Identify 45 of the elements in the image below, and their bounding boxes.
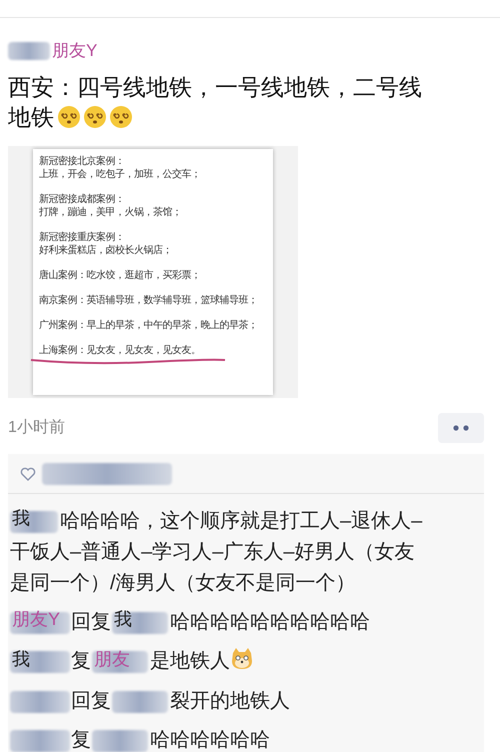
document-line: 好利来蛋糕店，卤校长火锅店； — [39, 244, 173, 257]
document-line: 上班，开会，吃包子，加班，公交车； — [39, 168, 202, 181]
comment-text: 是地铁人 — [150, 650, 230, 672]
blurred-name — [92, 651, 148, 674]
blurred-name — [112, 612, 168, 634]
author-name[interactable]: 朋友Y — [52, 40, 98, 62]
commenter-name[interactable]: 我 — [114, 607, 132, 632]
blurred-name — [10, 651, 70, 674]
reply-label: 复 — [71, 728, 91, 751]
more-button[interactable] — [438, 413, 484, 443]
comment-text: 哈哈哈哈，这个顺序就是打工人–退休人– — [60, 510, 422, 532]
blurred-name — [10, 730, 70, 752]
commenter-name[interactable]: 我 — [12, 646, 30, 671]
timestamp: 1小时前 — [8, 418, 65, 438]
post-text: 地铁 — [8, 103, 54, 132]
reply-label: 回复 — [71, 611, 111, 634]
document-line: 打牌，蹦迪，美甲，火锅，茶馆； — [39, 206, 182, 219]
comment-text: 哈哈哈哈哈哈哈哈哈哈 — [170, 611, 370, 634]
blurred-name — [8, 42, 50, 60]
reply-label: 复 — [71, 650, 91, 672]
blurred-name — [10, 612, 70, 634]
document-line: 新冠密接重庆案例： — [39, 231, 126, 244]
blurred-name — [92, 730, 148, 752]
dizzy-face-icon — [109, 105, 133, 129]
blurred-name — [10, 690, 70, 713]
document-image[interactable]: 新冠密接北京案例： 上班，开会，吃包子，加班，公交车； 新冠密接成都案例： 打牌，蹦迪，美甲，火锅，茶馆； 新冠密接重庆案例： 好利来蛋糕店，卤校长火锅店； 唐山案例：吃水饺，逛超市，买彩票； 南京案例：英语辅导班，数学辅导班，篮球辅导班； 广州案例：早上的早茶，中午的早茶，晚上的早茶； 上海案例：见女友，见女友，见女友。 — [8, 146, 298, 398]
comment-text: 哈哈哈哈哈哈 — [150, 728, 270, 751]
reply-label: 回复 — [71, 690, 111, 712]
comment-text: 干饭人–普通人–学习人–广东人–好男人（女友 — [10, 540, 416, 566]
blurred-name — [112, 690, 168, 713]
more-icon — [451, 425, 471, 431]
blurred-name — [10, 510, 58, 533]
heart-icon — [20, 466, 36, 480]
comment-text: 裂开的地铁人 — [170, 690, 290, 712]
dizzy-face-icon — [83, 105, 107, 129]
document-line: 上海案例：见女友，见女友，见女友。 — [39, 344, 202, 357]
document-line: 唐山案例：吃水饺，逛超市，买彩票； — [39, 269, 202, 282]
post-text: 西安：四号线地铁，一号线地铁，二号线 — [8, 73, 422, 102]
commenter-name[interactable]: 我 — [12, 506, 30, 530]
document-line: 南京案例：英语辅导班，数学辅导班，篮球辅导班； — [39, 294, 258, 307]
comment-text: 是同一个）/海男人（女友不是同一个） — [10, 571, 357, 596]
document-line: 新冠密接成都案例： — [39, 193, 126, 206]
document-line: 广州案例：早上的早茶，中午的早茶，晚上的早茶； — [39, 319, 258, 332]
dizzy-face-icon — [57, 105, 81, 129]
document-line: 新冠密接北京案例： — [39, 155, 126, 168]
